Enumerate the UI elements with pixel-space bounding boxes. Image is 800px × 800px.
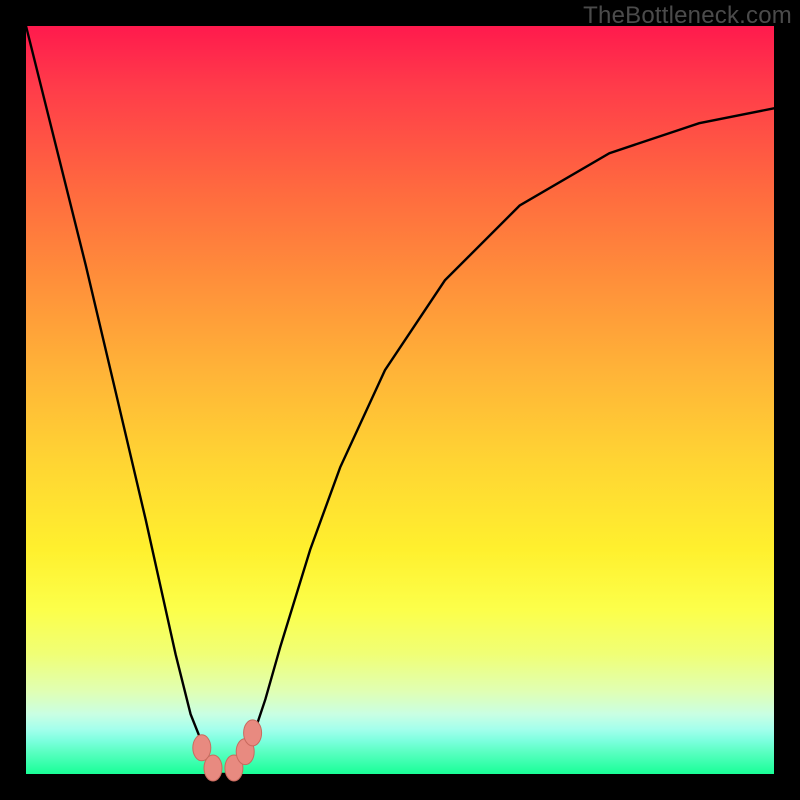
- chart-svg: [26, 26, 774, 774]
- chart-plot-area: [26, 26, 774, 774]
- marker-pt5: [244, 720, 262, 746]
- chart-frame: TheBottleneck.com: [0, 0, 800, 800]
- curve-line: [26, 26, 774, 774]
- watermark-text: TheBottleneck.com: [583, 2, 792, 30]
- marker-pt2: [204, 755, 222, 781]
- data-markers: [193, 720, 262, 781]
